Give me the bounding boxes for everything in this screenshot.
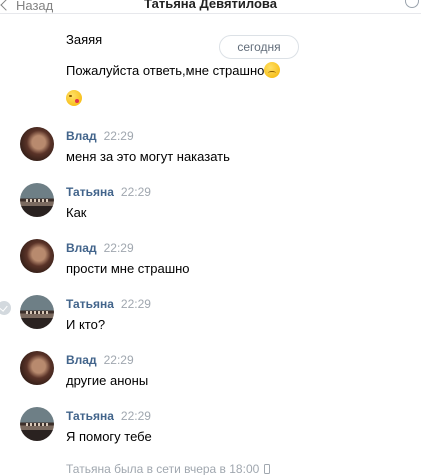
message-time[interactable]: 22:29 — [121, 185, 151, 199]
message-text-content: Пожалуйста ответь,мне страшно — [66, 63, 265, 78]
message-time[interactable]: 22:29 — [104, 241, 134, 255]
message-text: Как — [66, 205, 87, 220]
message-text: Я помогу тебе — [66, 429, 152, 444]
message-text: прости мне страшно — [66, 261, 190, 276]
message-text: И кто? — [66, 317, 106, 332]
message-row[interactable]: Татьяна 22:29 И кто? — [0, 295, 421, 347]
select-check-icon[interactable] — [0, 301, 11, 315]
message-meta: Влад 22:29 — [66, 241, 134, 255]
avatar[interactable] — [20, 239, 54, 273]
message-time[interactable]: 22:29 — [104, 353, 134, 367]
online-status-text: Татьяна была в сети вчера в 18:00 — [66, 462, 260, 475]
author-name[interactable]: Влад — [66, 129, 97, 143]
message-text: Пожалуйста ответь,мне страшно — [66, 62, 281, 78]
author-name[interactable]: Татьяна — [66, 409, 114, 423]
message-meta: Татьяна 22:29 — [66, 409, 151, 423]
message-row: Влад 22:29 меня за это могут наказать — [0, 127, 421, 179]
message-time[interactable]: 22:29 — [104, 129, 134, 143]
message-text: Заяяя — [66, 32, 103, 47]
author-name[interactable]: Татьяна — [66, 185, 114, 199]
kissing-face-icon — [66, 90, 82, 106]
worried-face-icon — [264, 62, 281, 78]
message-time[interactable]: 22:29 — [121, 297, 151, 311]
message-meta: Татьяна 22:29 — [66, 297, 151, 311]
online-status: Татьяна была в сети вчера в 18:00 — [66, 462, 271, 475]
avatar[interactable] — [20, 295, 54, 329]
chat-header: Назад Татьяна Девятилова — [0, 0, 421, 14]
message-time[interactable]: 22:29 — [121, 409, 151, 423]
chat-title[interactable]: Татьяна Девятилова — [0, 0, 421, 11]
message-text: меня за это могут наказать — [66, 149, 230, 164]
message-row: Татьяна 22:29 Я помогу тебе — [0, 407, 421, 459]
message-row: Влад 22:29 другие аноны — [0, 351, 421, 403]
avatar[interactable] — [20, 127, 54, 161]
message-meta: Влад 22:29 — [66, 129, 134, 143]
avatar[interactable] — [20, 183, 54, 217]
avatar[interactable] — [20, 351, 54, 385]
author-name[interactable]: Татьяна — [66, 297, 114, 311]
mobile-phone-icon — [264, 464, 271, 474]
message-row: Влад 22:29 прости мне страшно — [0, 239, 421, 291]
date-separator: сегодня — [219, 35, 299, 59]
message-emoji — [66, 90, 82, 106]
message-meta: Татьяна 22:29 — [66, 185, 151, 199]
author-name[interactable]: Влад — [66, 353, 97, 367]
message-meta: Влад 22:29 — [66, 353, 134, 367]
author-name[interactable]: Влад — [66, 241, 97, 255]
avatar[interactable] — [20, 407, 54, 441]
message-text: другие аноны — [66, 373, 149, 388]
message-row: Татьяна 22:29 Как — [0, 183, 421, 235]
